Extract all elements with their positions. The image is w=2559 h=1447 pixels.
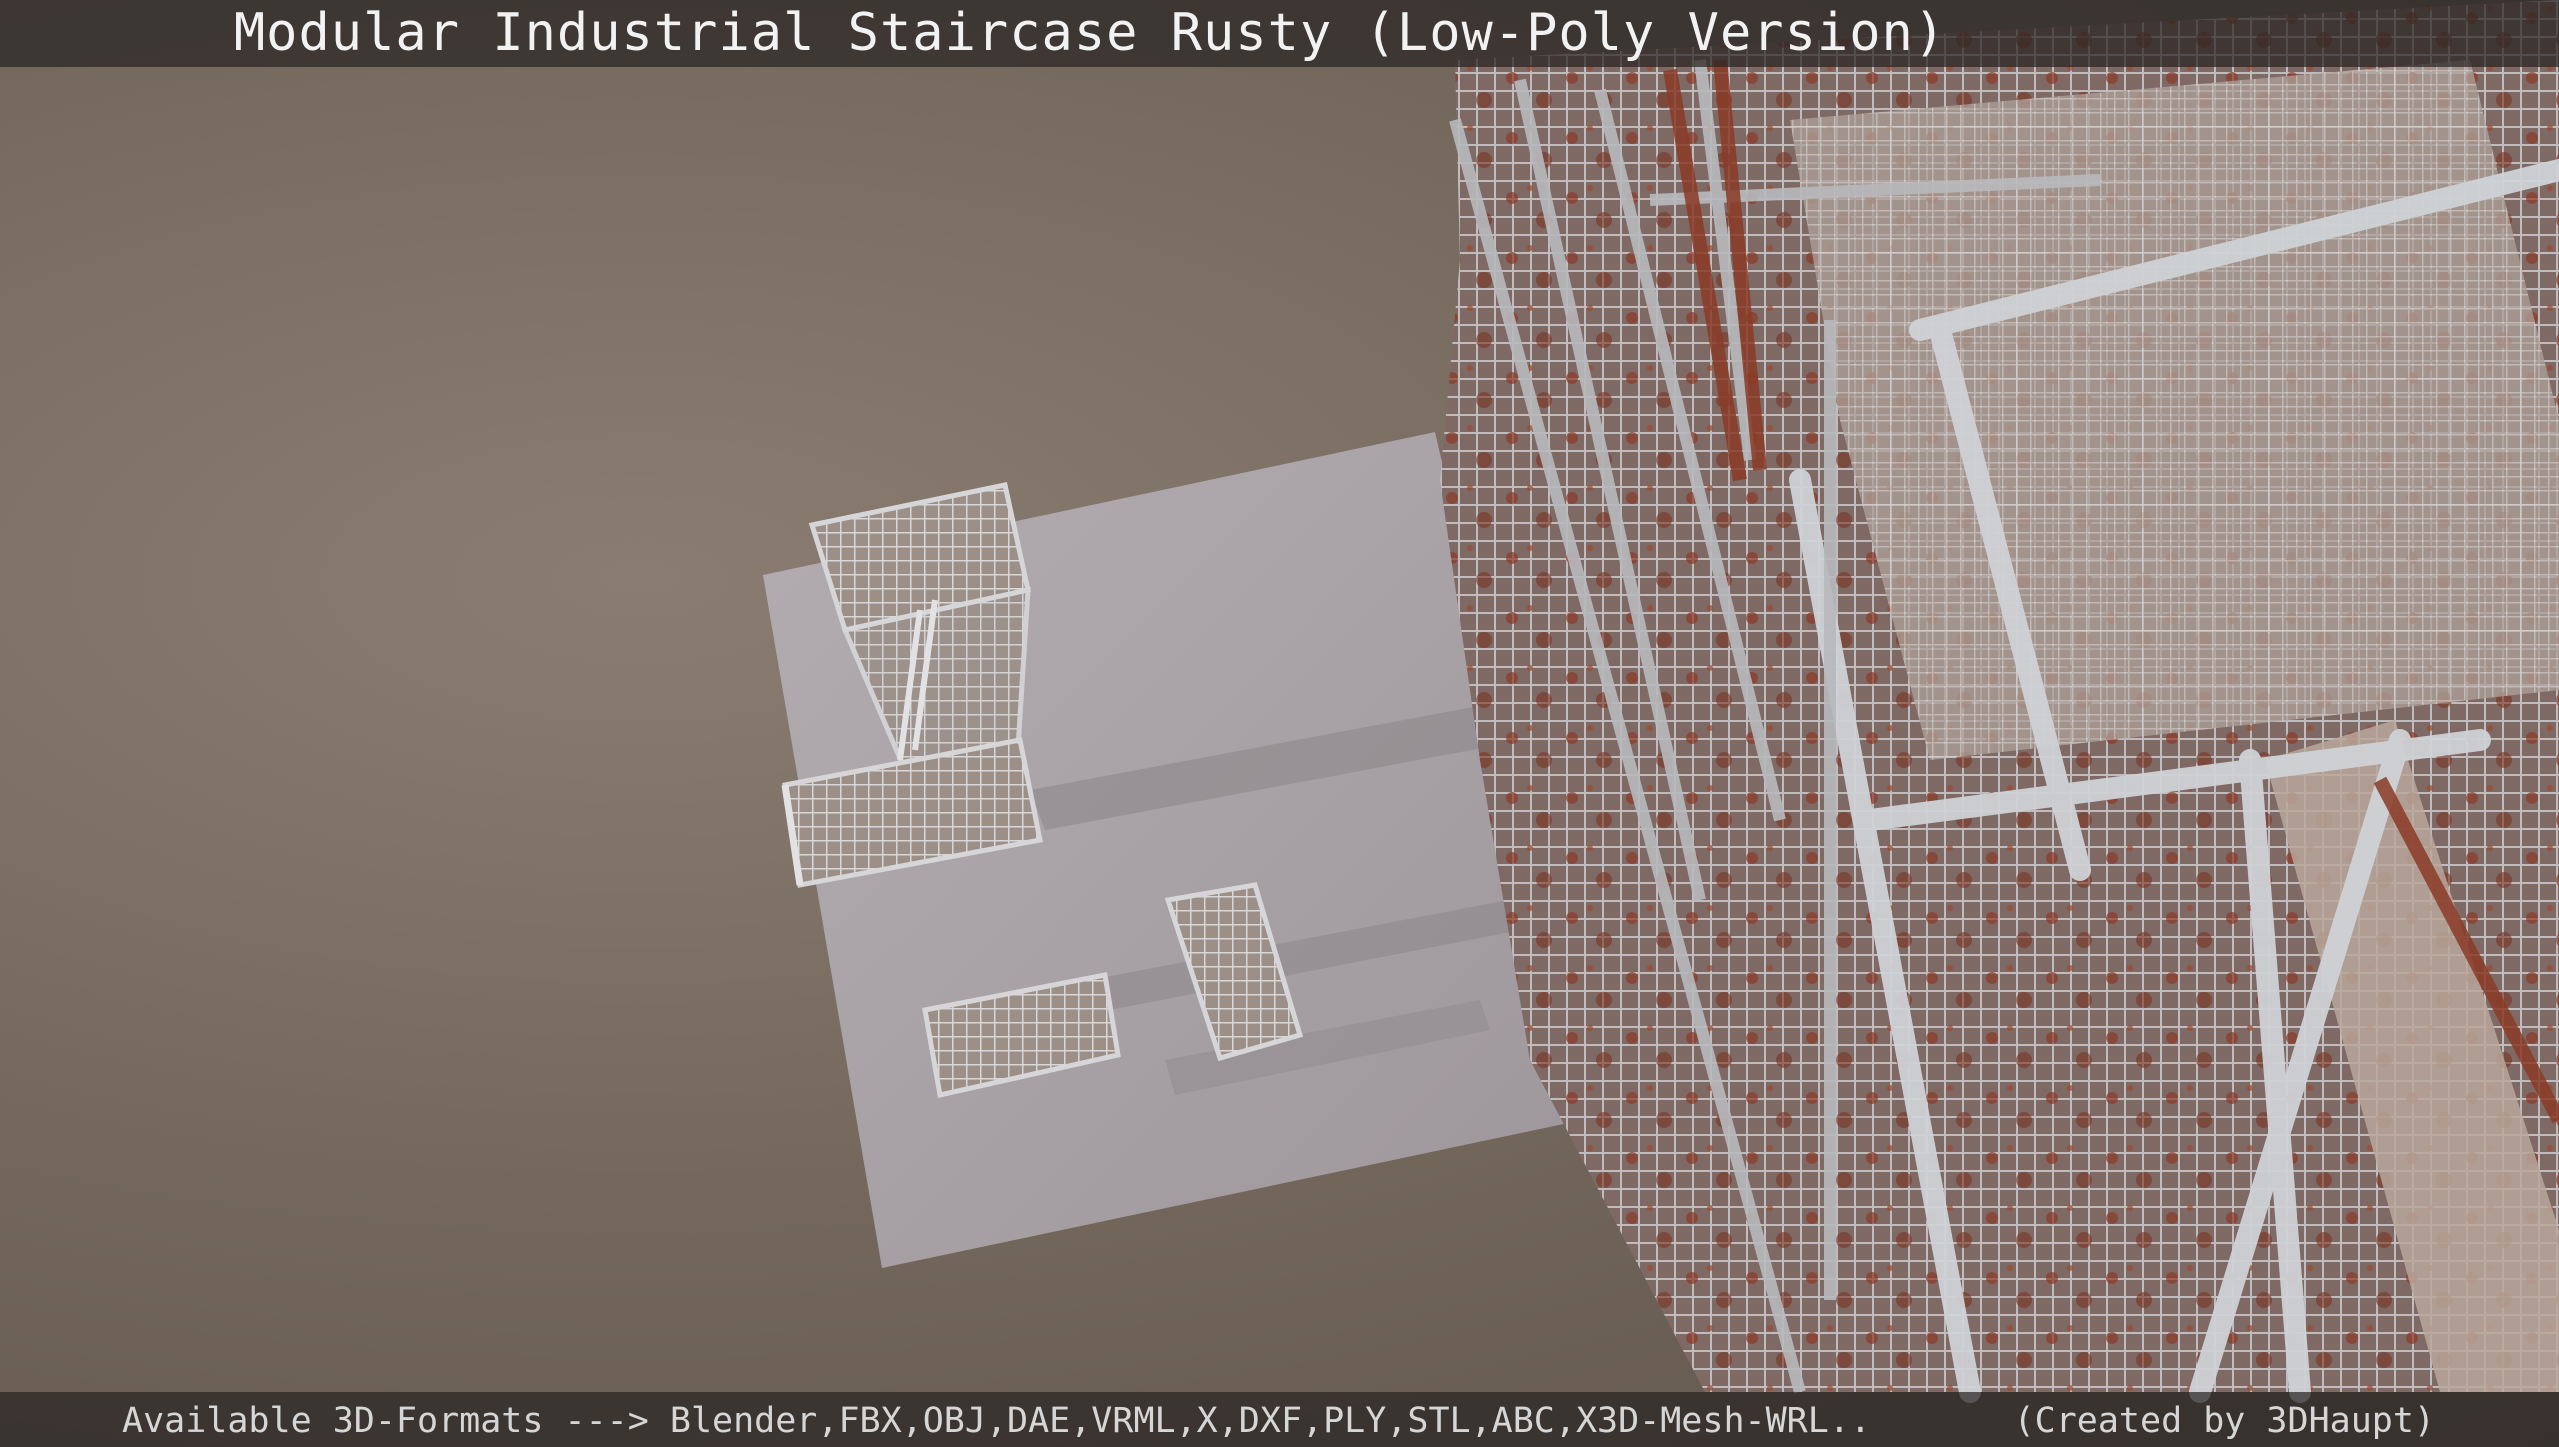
formats-caption: Available 3D-Formats ---> Blender,FBX,OB… <box>122 1401 1871 1441</box>
footer-bar: Available 3D-Formats ---> Blender,FBX,OB… <box>0 1392 2559 1447</box>
credit-caption: (Created by 3DHaupt) <box>2013 1401 2435 1441</box>
title-bar: Modular Industrial Staircase Rusty (Low-… <box>0 0 2559 67</box>
staircase-tower <box>1440 0 2559 1403</box>
render-viewport: Modular Industrial Staircase Rusty (Low-… <box>0 0 2559 1447</box>
staircase-render <box>763 0 2559 1403</box>
page-title: Modular Industrial Staircase Rusty (Low-… <box>233 3 1947 63</box>
